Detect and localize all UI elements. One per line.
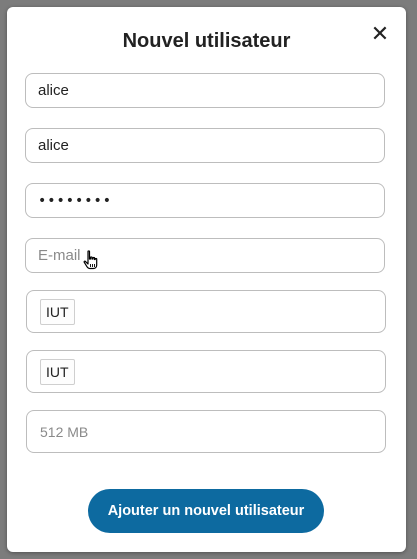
close-icon[interactable]: ✕ xyxy=(368,22,392,46)
password-field[interactable] xyxy=(25,183,385,218)
add-user-button[interactable]: Ajouter un nouvel utilisateur xyxy=(88,489,324,533)
dialog-title: Nouvel utilisateur xyxy=(122,30,291,52)
groups-select[interactable]: IUT xyxy=(26,290,386,333)
hand-pointer-icon xyxy=(83,250,98,270)
group-tag[interactable]: IUT xyxy=(40,298,75,325)
new-user-dialog: Nouvel utilisateur ✕ IUT IUT Ajouter un … xyxy=(7,7,406,552)
quota-select[interactable] xyxy=(26,410,386,453)
display-name-field[interactable] xyxy=(25,128,385,163)
email-field[interactable] xyxy=(25,238,385,273)
subadmin-groups-select[interactable]: IUT xyxy=(26,350,386,393)
username-field[interactable] xyxy=(25,73,385,108)
subadmin-group-tag[interactable]: IUT xyxy=(40,358,75,385)
